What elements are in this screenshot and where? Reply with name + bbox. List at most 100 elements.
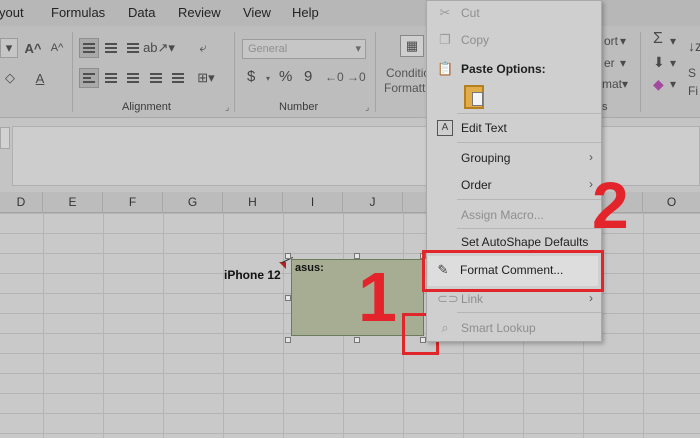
- chevron-down-icon[interactable]: ▾: [266, 74, 270, 83]
- conditional-formatting-label-2[interactable]: Formatti: [384, 81, 428, 95]
- tab-review[interactable]: Review: [178, 5, 221, 20]
- menu-item-label: Grouping: [461, 151, 511, 165]
- resize-handle[interactable]: [354, 337, 360, 343]
- bottom-align-button[interactable]: [123, 38, 143, 58]
- link-icon: ⊂⊃: [437, 291, 459, 306]
- tab-page-layout[interactable]: yout: [0, 5, 24, 20]
- resize-handle[interactable]: [285, 295, 291, 301]
- menu-item-order[interactable]: Order ›: [427, 173, 601, 197]
- menu-item-label: Paste Options:: [461, 62, 546, 76]
- middle-align-icon: [105, 43, 117, 53]
- fill-icon[interactable]: ⬇: [653, 54, 665, 71]
- number-group-label: Number: [279, 101, 319, 113]
- menu-item-label: Order: [461, 178, 492, 192]
- menu-item-paste-options: 📋 Paste Options:: [427, 57, 601, 81]
- ribbon-separator: [640, 32, 641, 112]
- column-header-h[interactable]: H: [223, 192, 283, 213]
- comment-indicator-icon: [279, 262, 286, 269]
- tab-view[interactable]: View: [243, 5, 271, 20]
- decrease-decimal-icon[interactable]: →0: [347, 70, 366, 84]
- sort-filter-icon[interactable]: ↓z: [688, 38, 700, 54]
- increase-font-size-button[interactable]: A^: [23, 38, 43, 58]
- number-format-value: General: [248, 43, 288, 55]
- edit-text-icon: A: [437, 120, 453, 136]
- chevron-right-icon: ›: [589, 150, 593, 164]
- menu-item-label: Cut: [461, 6, 480, 20]
- fill-color-icon[interactable]: ◇: [0, 68, 20, 88]
- chevron-down-icon: ▾: [670, 77, 677, 91]
- font-size-dropdown[interactable]: ▾: [0, 38, 18, 58]
- cells-group-fragment: s: [602, 101, 608, 113]
- decrease-indent-button[interactable]: [146, 68, 166, 88]
- orientation-icon: ab↗▾: [143, 40, 175, 55]
- column-header-o[interactable]: O: [643, 192, 700, 213]
- alignment-group-label: Alignment: [122, 101, 171, 113]
- menu-item-edit-text[interactable]: A Edit Text: [427, 116, 601, 140]
- middle-align-button[interactable]: [101, 38, 121, 58]
- chevron-down-icon: ▾: [620, 56, 627, 70]
- align-right-button[interactable]: [123, 68, 143, 88]
- menu-item-cut[interactable]: ✂ Cut: [427, 1, 601, 25]
- sort-filter-fragment: S: [688, 66, 697, 80]
- increase-decimal-icon[interactable]: ←0: [325, 70, 344, 84]
- autosum-icon[interactable]: Σ: [653, 30, 663, 48]
- paste-option-icon[interactable]: [464, 85, 484, 109]
- menu-item-label: Edit Text: [461, 121, 507, 135]
- find-select-fragment: Fi: [688, 84, 698, 98]
- column-header-e[interactable]: E: [43, 192, 103, 213]
- format-shape-icon: ✎: [437, 262, 449, 277]
- menu-item-label: Copy: [461, 33, 490, 47]
- font-color-icon[interactable]: A: [30, 68, 50, 88]
- menu-separator: [457, 312, 601, 313]
- number-format-dropdown[interactable]: General ▾: [242, 39, 366, 59]
- wrap-text-icon: ⤶: [199, 40, 207, 55]
- menu-item-label: Smart Lookup: [461, 321, 536, 335]
- menu-item-copy[interactable]: ❐ Copy: [427, 28, 601, 52]
- search-icon: ⌕: [441, 320, 449, 335]
- paste-icon: 📋: [437, 61, 454, 76]
- resize-handle[interactable]: [285, 253, 291, 259]
- comma-style-button[interactable]: 9: [304, 68, 312, 85]
- conditional-formatting-icon[interactable]: ▦: [400, 35, 424, 57]
- menu-item-grouping[interactable]: Grouping ›: [427, 146, 601, 170]
- ribbon-separator: [234, 32, 235, 112]
- resize-handle[interactable]: [285, 337, 291, 343]
- currency-button[interactable]: $: [247, 68, 255, 85]
- clear-icon[interactable]: ◆: [653, 76, 664, 93]
- tab-data[interactable]: Data: [128, 5, 155, 20]
- top-align-icon: [83, 43, 95, 53]
- conditional-formatting-label-1[interactable]: Conditio: [386, 66, 430, 80]
- menu-item-format-comment[interactable]: ✎ Format Comment...: [428, 256, 598, 286]
- align-center-button[interactable]: [101, 68, 121, 88]
- name-box[interactable]: [0, 127, 10, 149]
- chevron-down-icon: ▾: [622, 77, 629, 91]
- number-launcher-icon[interactable]: ⌟: [365, 102, 369, 113]
- increase-indent-button[interactable]: [168, 68, 188, 88]
- tab-formulas[interactable]: Formulas: [51, 5, 105, 20]
- column-header-i[interactable]: I: [283, 192, 343, 213]
- bottom-align-icon: [127, 43, 139, 53]
- menu-item-assign-macro[interactable]: Assign Macro...: [427, 203, 601, 227]
- callout-number-2: 2: [592, 168, 629, 242]
- column-header-d[interactable]: D: [0, 192, 43, 213]
- chevron-down-icon: ▾: [355, 43, 361, 55]
- column-header-f[interactable]: F: [103, 192, 163, 213]
- percent-button[interactable]: %: [279, 68, 292, 85]
- orientation-button[interactable]: ab↗▾: [143, 38, 175, 58]
- column-header-j[interactable]: J: [343, 192, 403, 213]
- callout-box-step-2: ✎ Format Comment...: [422, 250, 604, 292]
- tab-help[interactable]: Help: [292, 5, 319, 20]
- ribbon-separator: [72, 32, 73, 112]
- wrap-text-button[interactable]: ⤶: [193, 38, 213, 58]
- top-align-button[interactable]: [79, 38, 99, 58]
- menu-item-smart-lookup[interactable]: ⌕ Smart Lookup: [427, 316, 601, 340]
- column-header-g[interactable]: G: [163, 192, 223, 213]
- decrease-font-size-button[interactable]: A^: [47, 38, 67, 58]
- delete-fragment: er: [604, 56, 615, 70]
- chevron-down-icon: ▾: [620, 34, 627, 48]
- cell-h-value[interactable]: iPhone 12: [224, 268, 281, 282]
- merge-center-button[interactable]: ⊞▾: [193, 68, 219, 88]
- merge-cells-icon: ⊞▾: [197, 70, 215, 85]
- align-left-button[interactable]: [79, 68, 99, 88]
- alignment-launcher-icon[interactable]: ⌟: [225, 102, 229, 113]
